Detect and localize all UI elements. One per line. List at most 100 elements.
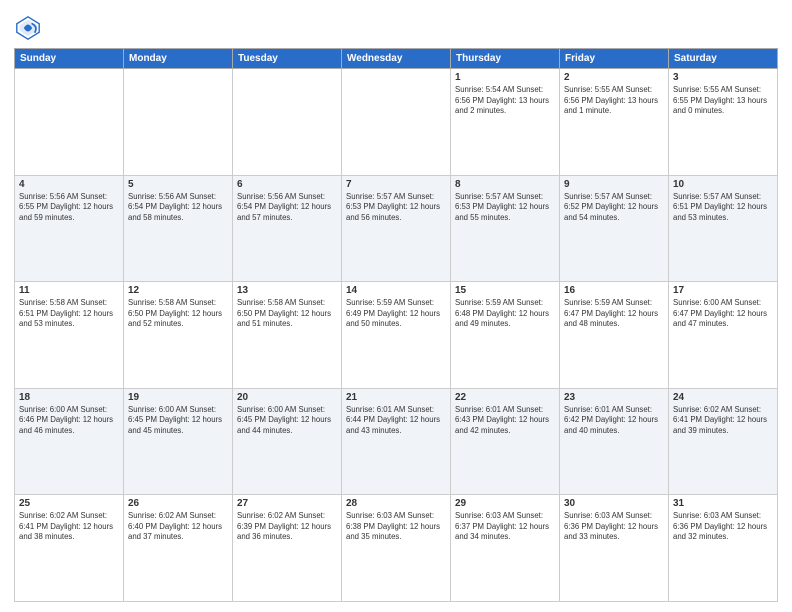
cell-info: Sunrise: 5:56 AM Sunset: 6:54 PM Dayligh… [128,192,228,224]
cell-day-number: 4 [19,179,119,190]
cell-day-number: 27 [237,498,337,509]
cell-day-number: 30 [564,498,664,509]
calendar-cell: 13Sunrise: 5:58 AM Sunset: 6:50 PM Dayli… [233,282,342,389]
cell-info: Sunrise: 6:02 AM Sunset: 6:41 PM Dayligh… [19,511,119,543]
cell-day-number: 14 [346,285,446,296]
day-header-wednesday: Wednesday [342,49,451,69]
cell-day-number: 11 [19,285,119,296]
cell-info: Sunrise: 6:02 AM Sunset: 6:39 PM Dayligh… [237,511,337,543]
cell-day-number: 2 [564,72,664,83]
calendar-cell: 20Sunrise: 6:00 AM Sunset: 6:45 PM Dayli… [233,388,342,495]
calendar-cell: 11 Sunrise: 5:58 AM Sunset: 6:51 PM Dayli… [15,282,124,389]
calendar-cell: 8 Sunrise: 5:57 AM Sunset: 6:53 PM Daylig… [451,175,560,282]
calendar-cell: 6 Sunrise: 5:56 AM Sunset: 6:54 PM Daylig… [233,175,342,282]
cell-info: Sunrise: 5:57 AM Sunset: 6:51 PM Dayligh… [673,192,773,224]
cell-day-number: 17 [673,285,773,296]
calendar-cell: 2 Sunrise: 5:55 AM Sunset: 6:56 PM Daylig… [560,69,669,176]
calendar-cell: 3 Sunrise: 5:55 AM Sunset: 6:55 PM Daylig… [669,69,778,176]
cell-day-number: 12 [128,285,228,296]
cell-info: Sunrise: 5:56 AM Sunset: 6:55 PM Dayligh… [19,192,119,224]
calendar-cell: 23 Sunrise: 6:01 AM Sunset: 6:42 PM Dayli… [560,388,669,495]
calendar-table: SundayMondayTuesdayWednesdayThursdayFrid… [14,48,778,602]
cell-day-number: 15 [455,285,555,296]
cell-day-number: 10 [673,179,773,190]
calendar-cell: 9 Sunrise: 5:57 AM Sunset: 6:52 PM Daylig… [560,175,669,282]
cell-info: Sunrise: 5:58 AM Sunset: 6:50 PM Dayligh… [128,298,228,330]
calendar-cell: 19Sunrise: 6:00 AM Sunset: 6:45 PM Dayli… [124,388,233,495]
cell-day-number: 16 [564,285,664,296]
calendar-cell: 18 Sunrise: 6:00 AM Sunset: 6:46 PM Dayli… [15,388,124,495]
day-header-monday: Monday [124,49,233,69]
calendar-cell: 17Sunrise: 6:00 AM Sunset: 6:47 PM Dayli… [669,282,778,389]
day-header-saturday: Saturday [669,49,778,69]
page: SundayMondayTuesdayWednesdayThursdayFrid… [0,0,792,612]
calendar-cell: 7Sunrise: 5:57 AM Sunset: 6:53 PM Daylig… [342,175,451,282]
calendar-header-row: SundayMondayTuesdayWednesdayThursdayFrid… [15,49,778,69]
calendar-cell: 29 Sunrise: 6:03 AM Sunset: 6:37 PM Dayli… [451,495,560,602]
calendar-cell [233,69,342,176]
logo-icon [14,14,42,42]
cell-info: Sunrise: 6:01 AM Sunset: 6:42 PM Dayligh… [564,405,664,437]
cell-info: Sunrise: 5:54 AM Sunset: 6:56 PM Dayligh… [455,85,555,117]
calendar-cell [15,69,124,176]
calendar-cell: 1 Sunrise: 5:54 AM Sunset: 6:56 PM Daylig… [451,69,560,176]
cell-day-number: 21 [346,392,446,403]
cell-info: Sunrise: 5:59 AM Sunset: 6:48 PM Dayligh… [455,298,555,330]
cell-day-number: 6 [237,179,337,190]
week-row-1: 1 Sunrise: 5:54 AM Sunset: 6:56 PM Daylig… [15,69,778,176]
week-row-4: 18 Sunrise: 6:00 AM Sunset: 6:46 PM Dayli… [15,388,778,495]
cell-info: Sunrise: 5:59 AM Sunset: 6:49 PM Dayligh… [346,298,446,330]
cell-day-number: 26 [128,498,228,509]
cell-day-number: 19 [128,392,228,403]
calendar-cell: 30Sunrise: 6:03 AM Sunset: 6:36 PM Dayli… [560,495,669,602]
cell-day-number: 20 [237,392,337,403]
calendar-cell: 28 Sunrise: 6:03 AM Sunset: 6:38 PM Dayli… [342,495,451,602]
cell-day-number: 3 [673,72,773,83]
cell-day-number: 5 [128,179,228,190]
cell-info: Sunrise: 5:56 AM Sunset: 6:54 PM Dayligh… [237,192,337,224]
calendar-cell: 22 Sunrise: 6:01 AM Sunset: 6:43 PM Dayli… [451,388,560,495]
day-header-sunday: Sunday [15,49,124,69]
cell-day-number: 7 [346,179,446,190]
calendar-cell: 15 Sunrise: 5:59 AM Sunset: 6:48 PM Dayli… [451,282,560,389]
cell-info: Sunrise: 5:59 AM Sunset: 6:47 PM Dayligh… [564,298,664,330]
cell-info: Sunrise: 6:01 AM Sunset: 6:44 PM Dayligh… [346,405,446,437]
week-row-2: 4 Sunrise: 5:56 AM Sunset: 6:55 PM Daylig… [15,175,778,282]
cell-day-number: 31 [673,498,773,509]
cell-day-number: 9 [564,179,664,190]
cell-info: Sunrise: 6:03 AM Sunset: 6:38 PM Dayligh… [346,511,446,543]
calendar-cell: 16 Sunrise: 5:59 AM Sunset: 6:47 PM Dayli… [560,282,669,389]
calendar-cell: 27 Sunrise: 6:02 AM Sunset: 6:39 PM Dayli… [233,495,342,602]
cell-info: Sunrise: 6:00 AM Sunset: 6:46 PM Dayligh… [19,405,119,437]
cell-day-number: 13 [237,285,337,296]
calendar-cell [124,69,233,176]
calendar-cell [342,69,451,176]
cell-info: Sunrise: 5:55 AM Sunset: 6:55 PM Dayligh… [673,85,773,117]
cell-day-number: 24 [673,392,773,403]
cell-day-number: 29 [455,498,555,509]
cell-day-number: 1 [455,72,555,83]
logo [14,14,46,42]
cell-info: Sunrise: 6:02 AM Sunset: 6:41 PM Dayligh… [673,405,773,437]
cell-info: Sunrise: 5:57 AM Sunset: 6:53 PM Dayligh… [455,192,555,224]
cell-info: Sunrise: 5:55 AM Sunset: 6:56 PM Dayligh… [564,85,664,117]
cell-day-number: 8 [455,179,555,190]
day-header-tuesday: Tuesday [233,49,342,69]
calendar-cell: 24 Sunrise: 6:02 AM Sunset: 6:41 PM Dayli… [669,388,778,495]
calendar-cell: 4 Sunrise: 5:56 AM Sunset: 6:55 PM Daylig… [15,175,124,282]
cell-day-number: 22 [455,392,555,403]
cell-info: Sunrise: 5:58 AM Sunset: 6:51 PM Dayligh… [19,298,119,330]
calendar-cell: 5 Sunrise: 5:56 AM Sunset: 6:54 PM Daylig… [124,175,233,282]
cell-info: Sunrise: 6:03 AM Sunset: 6:37 PM Dayligh… [455,511,555,543]
day-header-friday: Friday [560,49,669,69]
header [14,10,778,42]
cell-day-number: 28 [346,498,446,509]
cell-info: Sunrise: 5:57 AM Sunset: 6:52 PM Dayligh… [564,192,664,224]
cell-day-number: 25 [19,498,119,509]
cell-day-number: 23 [564,392,664,403]
cell-day-number: 18 [19,392,119,403]
week-row-3: 11 Sunrise: 5:58 AM Sunset: 6:51 PM Dayli… [15,282,778,389]
calendar-cell: 26Sunrise: 6:02 AM Sunset: 6:40 PM Dayli… [124,495,233,602]
cell-info: Sunrise: 6:03 AM Sunset: 6:36 PM Dayligh… [673,511,773,543]
cell-info: Sunrise: 6:01 AM Sunset: 6:43 PM Dayligh… [455,405,555,437]
